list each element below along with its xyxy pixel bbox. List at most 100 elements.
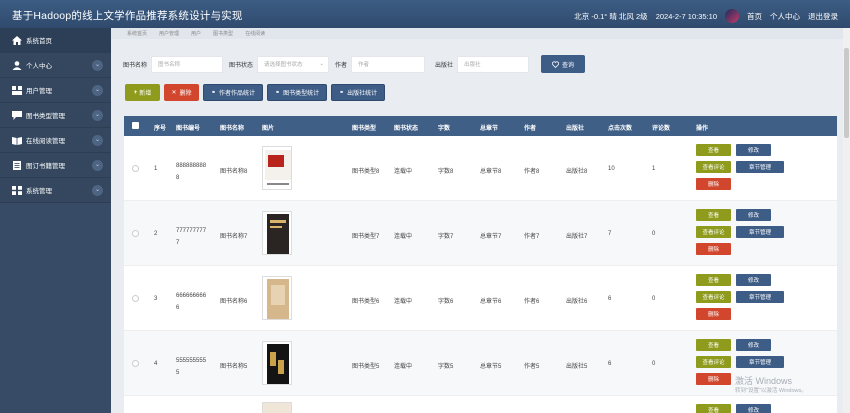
row-delete-button[interactable]: 删除 — [696, 308, 731, 320]
cell-code: 555555555 5 — [176, 355, 206, 379]
author-stats-button[interactable]: ⚭ 作者作品统计 — [203, 84, 264, 101]
type-stats-button[interactable]: ⚭ 图书类型统计 — [267, 84, 328, 101]
col-header: 字数 — [438, 126, 451, 132]
add-button-label: 新增 — [139, 91, 152, 97]
table-row[interactable]: 4 555555555 5 图书名称5 图书类型5 连载中 字数5 总章节5 作者… — [124, 331, 837, 396]
chapter-manage-button[interactable]: 章节管理 — [736, 226, 784, 238]
chapter-manage-button[interactable]: 章节管理 — [736, 291, 784, 303]
view-button[interactable]: 查看 — [696, 339, 731, 351]
chevron-down-icon[interactable]: ⌄ — [92, 160, 103, 171]
author-input[interactable]: 作者 — [351, 55, 426, 73]
link-icon: ⚭ — [339, 90, 345, 96]
chapter-manage-button[interactable]: 章节管理 — [736, 356, 784, 368]
book-name-input[interactable]: 图书名称 — [151, 55, 224, 73]
chevron-down-icon[interactable]: ⌄ — [92, 60, 103, 71]
view-comments-button[interactable]: 查看评论 — [696, 356, 731, 368]
cell-status: 连载中 — [394, 364, 413, 370]
table-row[interactable]: 2 777777777 7 图书名称7 图书类型7 连载中 字数7 总章节7 作者… — [124, 201, 837, 266]
cell-no: 4 — [154, 361, 158, 367]
breadcrumb-item[interactable]: 在线阅读 — [245, 30, 265, 37]
author-label: 作者 — [335, 62, 348, 69]
row-checkbox[interactable] — [132, 360, 139, 367]
table-row[interactable]: 1 888888888 8 图书名称8 图书类型8 连载中 字数8 总章节8 作者… — [124, 136, 837, 201]
profile-link[interactable]: 个人中心 — [770, 11, 800, 22]
breadcrumb-item[interactable]: 用户管理 — [159, 30, 179, 37]
cell-chapters: 总章节7 — [480, 234, 502, 240]
watermark-subtitle: 转到"设置"以激活 Windows。 — [735, 388, 807, 394]
cell-no: 2 — [154, 231, 158, 237]
chevron-down-icon[interactable]: ⌄ — [92, 185, 103, 196]
weather-info: 北京 -0.1° 晴 北风 2级 — [574, 11, 648, 21]
col-header: 图书编号 — [176, 126, 201, 132]
link-icon: ⚭ — [211, 90, 217, 96]
publisher-stats-button[interactable]: ⚭ 出版社统计 — [331, 84, 386, 101]
avatar[interactable] — [725, 9, 739, 23]
sidebar-item-home[interactable]: 系统首页 — [0, 28, 111, 53]
chevron-down-icon[interactable]: ⌄ — [92, 110, 103, 121]
col-header: 总章节 — [480, 126, 499, 132]
edit-button[interactable]: 修改 — [736, 209, 771, 221]
table-row[interactable]: 3 666666666 6 图书名称6 图书类型6 连载中 字数6 总章节6 作者… — [124, 266, 837, 331]
publisher-input[interactable]: 出版社 — [457, 55, 530, 73]
row-delete-button[interactable]: 删除 — [696, 373, 731, 385]
table-row[interactable]: 查看 修改 — [124, 396, 837, 413]
sidebar-item-system[interactable]: 系统管理 ⌄ — [0, 178, 111, 203]
search-button[interactable]: 查询 — [541, 55, 586, 73]
sidebar-item-profile[interactable]: 个人中心 ⌄ — [0, 53, 111, 78]
app-title: 基于Hadoop的线上文学作品推荐系统设计与实现 — [12, 10, 243, 22]
main-content: 系统首页 用户管理 用户 图书类型 在线阅读 图书名称 图书名称 图书状态 请选… — [111, 28, 850, 413]
breadcrumb-item[interactable]: 图书类型 — [213, 30, 233, 37]
cell-type: 图书类型6 — [352, 299, 380, 305]
row-delete-button[interactable]: 删除 — [696, 243, 731, 255]
logout-link[interactable]: 退出登录 — [808, 11, 838, 22]
edit-button[interactable]: 修改 — [736, 274, 771, 286]
view-comments-button[interactable]: 查看评论 — [696, 161, 731, 173]
row-checkbox[interactable] — [132, 295, 139, 302]
sidebar-item-book-types[interactable]: 图书类型管理 ⌄ — [0, 103, 111, 128]
user-icon — [12, 60, 22, 70]
select-all-checkbox[interactable] — [132, 122, 139, 129]
delete-button-label: 删除 — [179, 91, 192, 97]
cell-publisher: 出版社5 — [566, 364, 588, 370]
edit-button[interactable]: 修改 — [736, 339, 771, 351]
cell-publisher: 出版社7 — [566, 234, 588, 240]
add-button[interactable]: + 新增 — [125, 84, 160, 101]
sidebar-item-online-reading[interactable]: 在线阅读管理 ⌄ — [0, 128, 111, 153]
search-field-publisher: 出版社 出版社 — [435, 55, 530, 73]
edit-button[interactable]: 修改 — [736, 404, 771, 413]
row-checkbox[interactable] — [132, 165, 139, 172]
cell-author: 作者8 — [524, 169, 540, 175]
vertical-scrollbar[interactable] — [843, 28, 850, 413]
chevron-down-icon[interactable]: ⌄ — [92, 85, 103, 96]
row-delete-button[interactable]: 删除 — [696, 178, 731, 190]
cell-name: 图书名称5 — [220, 364, 248, 370]
sidebar-item-users[interactable]: 用户管理 ⌄ — [0, 78, 111, 103]
scrollbar-thumb[interactable] — [844, 48, 849, 138]
close-icon: ✕ — [171, 90, 177, 96]
sidebar-item-books[interactable]: 图订书籍管理 ⌄ — [0, 153, 111, 178]
cell-name: 图书名称8 — [220, 169, 248, 175]
search-button-label: 查询 — [562, 62, 575, 69]
view-comments-button[interactable]: 查看评论 — [696, 226, 731, 238]
row-checkbox[interactable] — [132, 230, 139, 237]
col-header: 序号 — [154, 126, 167, 132]
home-link[interactable]: 首页 — [747, 11, 762, 22]
view-button[interactable]: 查看 — [696, 274, 731, 286]
chevron-down-icon[interactable]: ⌄ — [92, 135, 103, 146]
code-line: 7 — [176, 240, 180, 246]
cell-type: 图书类型5 — [352, 364, 380, 370]
view-comments-button[interactable]: 查看评论 — [696, 291, 731, 303]
status-select[interactable]: 请选择图书状态 ⌄ — [257, 55, 330, 73]
chapter-manage-button[interactable]: 章节管理 — [736, 161, 784, 173]
cell-words: 字数8 — [438, 169, 454, 175]
delete-button[interactable]: ✕ 删除 — [164, 84, 199, 101]
view-button[interactable]: 查看 — [696, 144, 731, 156]
breadcrumb-item[interactable]: 系统首页 — [127, 30, 147, 37]
code-line: 666666666 — [176, 293, 207, 299]
col-header: 图书名称 — [220, 126, 245, 132]
edit-button[interactable]: 修改 — [736, 144, 771, 156]
view-button[interactable]: 查看 — [696, 404, 731, 413]
breadcrumb-item[interactable]: 用户 — [191, 30, 201, 37]
view-button[interactable]: 查看 — [696, 209, 731, 221]
cell-comments: 1 — [652, 166, 656, 172]
